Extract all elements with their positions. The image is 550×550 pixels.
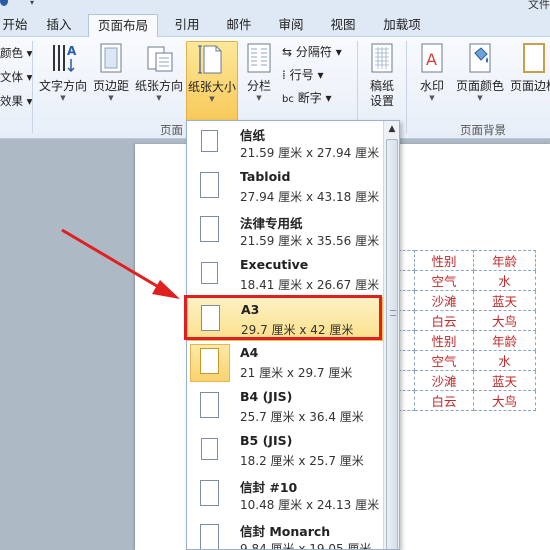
annotation-arrow-icon bbox=[61, 228, 180, 299]
